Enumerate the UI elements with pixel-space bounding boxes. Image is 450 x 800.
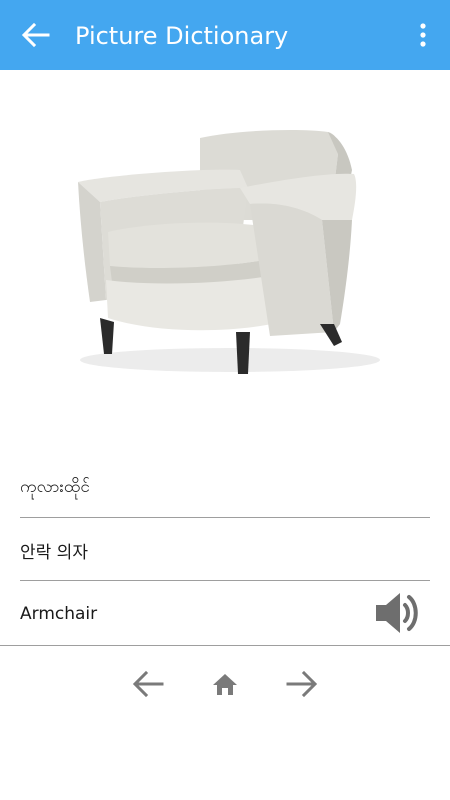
page-title: Picture Dictionary	[75, 22, 289, 50]
korean-word: 안락 의자	[20, 542, 88, 563]
arrow-left-icon	[132, 670, 164, 698]
app-bar: Picture Dictionary	[0, 0, 450, 70]
next-button[interactable]	[282, 664, 322, 704]
burmese-word: ကုလားထိုင်	[20, 476, 90, 497]
home-button[interactable]	[210, 664, 240, 704]
divider	[0, 645, 450, 646]
previous-button[interactable]	[128, 664, 168, 704]
back-arrow-icon[interactable]	[20, 21, 50, 49]
armchair-picture	[78, 130, 380, 374]
divider	[20, 580, 430, 581]
arrow-right-icon	[286, 670, 318, 698]
english-word: Armchair	[20, 604, 98, 624]
speaker-icon[interactable]	[374, 590, 422, 636]
home-icon	[213, 674, 237, 695]
more-options-icon[interactable]	[418, 22, 428, 48]
